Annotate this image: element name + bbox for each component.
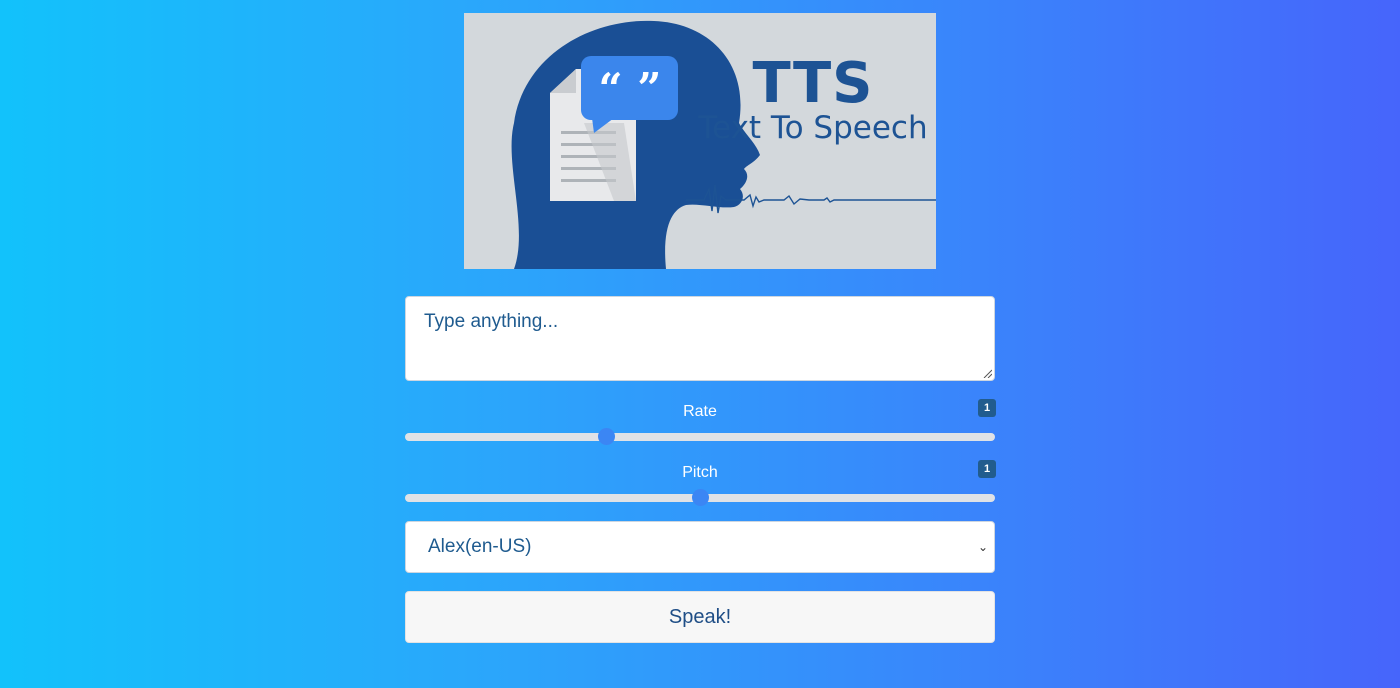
resize-grip-icon[interactable] [982, 368, 992, 378]
pitch-slider-thumb[interactable] [692, 489, 709, 506]
banner-title: TTS [752, 51, 874, 116]
text-input[interactable] [405, 296, 995, 381]
rate-label: Rate [683, 403, 717, 420]
pitch-slider[interactable] [405, 489, 995, 506]
pitch-label: Pitch [682, 464, 718, 481]
banner-text: TTS Text To Speech [696, 13, 930, 173]
voice-select-value: Alex(en-US) [428, 536, 532, 557]
pitch-value-badge: 1 [978, 460, 996, 478]
rate-slider[interactable] [405, 428, 995, 445]
voice-select[interactable]: Alex(en-US) ⌄ [405, 521, 995, 573]
rate-value-badge: 1 [978, 399, 996, 417]
tts-logo-banner: “ ” TTS Text To Speech [464, 13, 936, 269]
chevron-down-icon: ⌄ [977, 540, 988, 554]
speak-button[interactable]: Speak! [405, 591, 995, 643]
svg-text:“ ”: “ ” [599, 64, 662, 113]
rate-slider-thumb[interactable] [597, 428, 615, 445]
banner-subtitle: Text To Speech [698, 110, 928, 146]
